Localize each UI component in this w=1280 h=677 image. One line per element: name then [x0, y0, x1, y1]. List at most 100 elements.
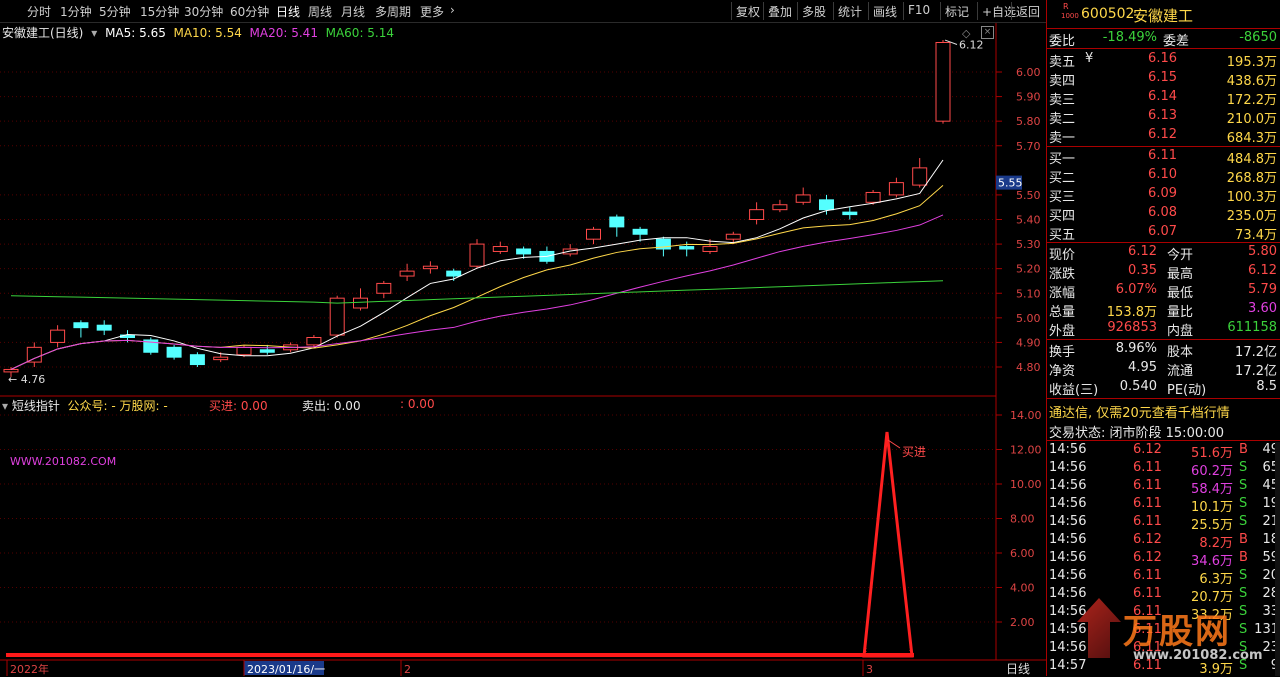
- ask-volume: 195.3万: [1226, 55, 1277, 70]
- period-tab-5[interactable]: 60分钟: [230, 3, 269, 20]
- stat-label: 外盘: [1049, 324, 1076, 339]
- bid-label: 买二: [1049, 171, 1076, 186]
- ask-volume: 438.6万: [1226, 74, 1277, 89]
- indicator-header: ▾ 短线指针 公众号: - 万股网: - 买进: 0.00 卖出: 0.00 :…: [2, 397, 435, 414]
- tick-time: 14:56: [1049, 586, 1087, 601]
- period-tab-9[interactable]: 多周期: [375, 3, 411, 20]
- stat-value: 8.96%: [1115, 341, 1157, 356]
- toolbar-button-5[interactable]: F10: [908, 3, 930, 17]
- toolbar-separator: [940, 2, 941, 20]
- dropdown-icon[interactable]: ▾: [91, 26, 97, 40]
- toolbar-button-6[interactable]: 标记: [945, 3, 969, 20]
- tick-volume: 20.7万: [1191, 590, 1233, 605]
- ask-volume: 684.3万: [1226, 131, 1277, 146]
- price-tick-label: 4.80: [1016, 361, 1041, 374]
- stat-value: 17.2亿: [1235, 364, 1277, 379]
- candle-body: [865, 191, 881, 203]
- tick-side: S: [1239, 568, 1248, 583]
- current-price-label: 5.55: [998, 177, 1023, 190]
- indicator-sell: 卖出: 0.00: [302, 399, 361, 413]
- high-price-label: 6.12: [959, 39, 984, 52]
- stat-value: 5.79: [1248, 282, 1277, 297]
- tick-row: 14:56 6.12 8.2万 B 18: [1049, 532, 1279, 551]
- tick-volume: 60.2万: [1191, 464, 1233, 479]
- stat-row: 总量 153.8万 量比 3.60: [1049, 301, 1279, 320]
- period-tab-3[interactable]: 15分钟: [140, 3, 179, 20]
- period-tab-7[interactable]: 周线: [308, 3, 332, 20]
- more-chevron-icon[interactable]: ›: [450, 3, 455, 17]
- tick-price: 6.11: [1133, 496, 1162, 511]
- stat-row: 收益(三) 0.540 PE(动) 8.5: [1049, 379, 1279, 398]
- period-tab-8[interactable]: 月线: [341, 3, 365, 20]
- price-tick-label: 4.90: [1016, 336, 1041, 349]
- tick-row: 14:56 6.11 20.7万 S 28: [1049, 586, 1279, 605]
- bid-volume: 73.4万: [1235, 228, 1277, 243]
- tick-volume: 8.2万: [1199, 536, 1233, 551]
- bid-row: 买四 6.08 235.0万: [1049, 205, 1279, 224]
- period-tab-2[interactable]: 5分钟: [99, 3, 131, 20]
- toolbar-button-4[interactable]: 画线: [873, 3, 897, 20]
- chart-settings-icon[interactable]: ◇: [962, 27, 970, 40]
- tick-side: S: [1239, 586, 1248, 601]
- ask-price: 6.16: [1148, 51, 1177, 66]
- toolbar-button-1[interactable]: 叠加: [768, 3, 792, 20]
- indicator-tick-label: 2.00: [1010, 616, 1035, 629]
- chart-close-icon[interactable]: ×: [981, 26, 994, 39]
- bid-label: 买四: [1049, 209, 1076, 224]
- bid-row: 买三 6.09 100.3万: [1049, 186, 1279, 205]
- tick-scrollbar[interactable]: [1275, 442, 1280, 676]
- ask-volume: 210.0万: [1226, 112, 1277, 127]
- price-tick-label: 6.00: [1016, 66, 1041, 79]
- tick-volume: 34.6万: [1191, 554, 1233, 569]
- period-tab-6[interactable]: 日线: [276, 3, 300, 20]
- toolbar-button-2[interactable]: 多股: [802, 3, 826, 20]
- ask-price: 6.12: [1148, 127, 1177, 142]
- divider: [1047, 440, 1280, 441]
- tick-side: B: [1239, 550, 1248, 565]
- ask-volume: 172.2万: [1226, 93, 1277, 108]
- time-axis-label: 2: [404, 663, 411, 676]
- kline-chart[interactable]: 6.00 5.90 5.80 5.70 5.555.50 5.40 5.30 5.20 5.10…: [0, 23, 1046, 676]
- period-tab-0[interactable]: 分时: [27, 3, 51, 20]
- weicha-label: 委差: [1163, 34, 1190, 49]
- tick-volume: 51.6万: [1191, 446, 1233, 461]
- tick-side: S: [1239, 514, 1248, 529]
- promo-link[interactable]: 通达信, 仅需20元查看千档行情: [1049, 402, 1230, 421]
- tick-time: 14:56: [1049, 460, 1087, 475]
- time-axis-label: 3: [866, 663, 873, 676]
- tick-time: 14:56: [1049, 640, 1087, 655]
- toolbar-button-0[interactable]: 复权: [736, 3, 760, 20]
- stat-label: 涨幅: [1049, 286, 1076, 301]
- period-tab-1[interactable]: 1分钟: [60, 3, 92, 20]
- tick-volume: 6.3万: [1199, 572, 1233, 587]
- ma5-label: MA5: 5.65: [105, 26, 166, 40]
- candle-body: [935, 42, 951, 122]
- tick-side: S: [1239, 478, 1248, 493]
- tick-time: 14:56: [1049, 442, 1087, 457]
- tick-time: 14:56: [1049, 568, 1087, 583]
- candle-body: [96, 324, 112, 331]
- period-tab-10[interactable]: 更多: [420, 3, 444, 20]
- candle-body: [50, 329, 66, 343]
- price-tick-label: 5.80: [1016, 115, 1041, 128]
- ma60-label: MA60: 5.14: [325, 26, 395, 40]
- toolbar-separator: [731, 2, 732, 20]
- divider: [1047, 242, 1280, 243]
- toolbar-button-3[interactable]: 统计: [838, 3, 862, 20]
- indicator-tick-label: 12.00: [1010, 444, 1042, 457]
- weicha-value: -8650: [1239, 30, 1277, 45]
- tick-row: 14:56 6.11 60.2万 S 65: [1049, 460, 1279, 479]
- stat-label: 收益(三): [1049, 383, 1099, 398]
- weibi-value: -18.49%: [1102, 30, 1157, 45]
- candle-body: [679, 246, 695, 250]
- period-tab-4[interactable]: 30分钟: [184, 3, 223, 20]
- candle-body: [399, 270, 415, 277]
- toolbar-button-8[interactable]: 返回: [1016, 3, 1040, 20]
- indicator-dropdown-icon[interactable]: ▾: [2, 399, 8, 413]
- bid-volume: 100.3万: [1226, 190, 1277, 205]
- ask-row: 卖三 6.14 172.2万: [1049, 89, 1279, 108]
- stat-row: 换手 8.96% 股本 17.2亿: [1049, 341, 1279, 360]
- toolbar-separator: [1011, 2, 1012, 20]
- price-tick-label: 5.50: [1016, 189, 1041, 202]
- tick-volume: 25.5万: [1191, 518, 1233, 533]
